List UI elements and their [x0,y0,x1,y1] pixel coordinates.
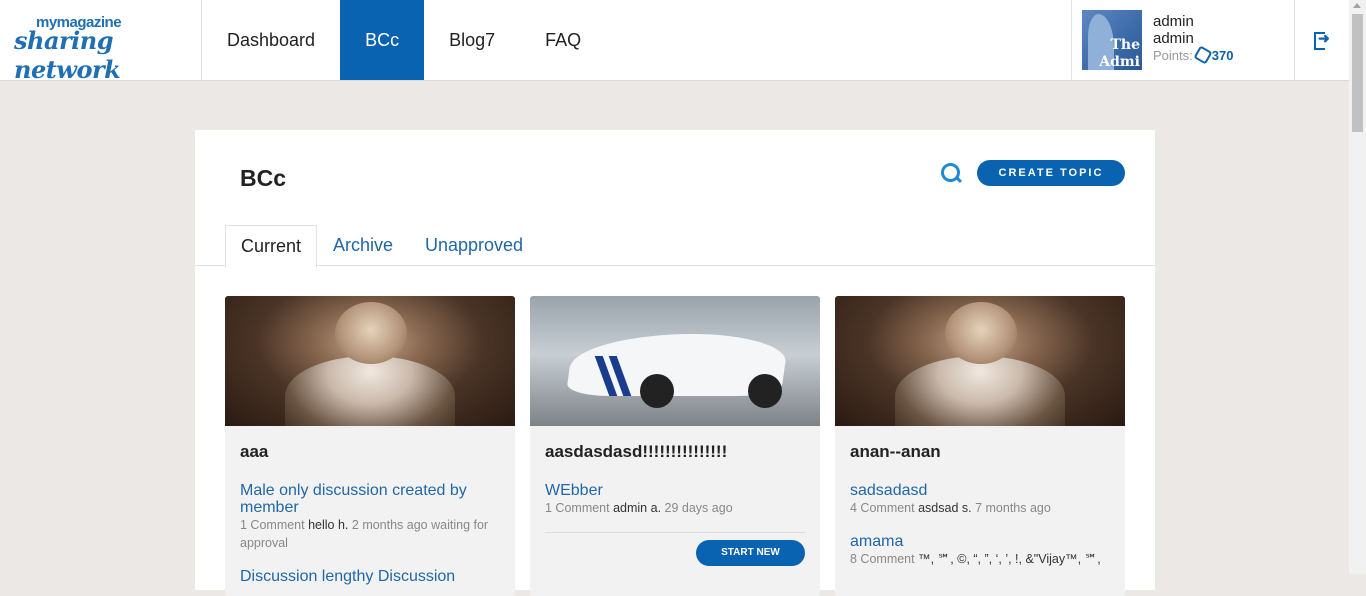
points-value: 370 [1211,48,1234,63]
topic-title[interactable]: aasdasdasd!!!!!!!!!!!!!!! [545,442,727,462]
topic-image-car[interactable] [530,296,820,426]
scroll-up-arrow-icon[interactable] [1353,3,1361,8]
comment-author: ™, ℠, ©, “, ”, ‘, ’, !, &"Vijay™, ℠, [918,552,1101,566]
user-points: Points: 370 [1153,45,1234,65]
discussion-link[interactable]: Discussion lengthy Discussion [240,568,500,585]
comment-count: 1 Comment [240,518,305,532]
page-title: BCc [240,165,287,191]
comment-author: hello h. [308,518,349,532]
tab-unapproved[interactable]: Unapproved [425,225,523,266]
topic-card[interactable]: anan--anan sadsadasd 4 Comment asdsad s.… [835,296,1125,596]
top-bar: mymagazine sharing network Dashboard BCc… [0,0,1349,84]
comment-author: asdsad s. [918,501,972,515]
comment-count: 1 Comment [545,501,610,515]
discussion-meta: 8 Comment ™, ℠, ©, “, ”, ‘, ’, !, &"Vija… [850,550,1115,568]
avatar-text-2: Admi [1099,54,1140,70]
comment-time: 29 days ago [664,501,733,515]
discussion-link[interactable]: amama [850,533,1110,550]
discussion-link[interactable]: sadsadasd [850,482,1110,499]
start-new-button[interactable]: START NEW [696,540,805,566]
tab-current[interactable]: Current [225,225,317,268]
forum-panel: BCc CREATE TOPIC Current Archive Unappro… [195,130,1155,596]
logout-arrow-icon: ➜ [1318,30,1330,46]
user-lastname: admin [1153,30,1194,47]
tab-archive[interactable]: Archive [333,225,393,266]
points-hex-icon [1193,45,1213,65]
comment-time: 7 months ago [975,501,1051,515]
car-wheel [640,374,674,408]
topic-title[interactable]: anan--anan [850,442,941,462]
points-label: Points: [1153,48,1193,63]
avatar-text-1: The [1110,37,1140,53]
topic-card[interactable]: aasdasdasd!!!!!!!!!!!!!!! WEbber 1 Comme… [530,296,820,596]
logo-big-text: sharing network [14,26,121,84]
page-scrollbar[interactable] [1349,0,1366,574]
create-topic-button[interactable]: CREATE TOPIC [977,160,1125,186]
cat-collar [895,356,1065,426]
user-menu[interactable]: The Admi admin admin Points: 370 [1071,0,1295,80]
cat-head [335,302,407,364]
topic-title[interactable]: aaa [240,442,268,462]
cat-collar [285,356,455,426]
comment-count: 4 Comment [850,501,915,515]
card-divider [545,532,805,533]
nav-faq[interactable]: FAQ [520,0,606,80]
nav-blog7[interactable]: Blog7 [424,0,520,80]
scrollbar-thumb[interactable] [1352,14,1363,132]
nav-bcc[interactable]: BCc [340,0,425,80]
discussion-meta: 1 Comment admin a. 29 days ago [545,499,810,517]
user-name: admin [1153,13,1194,30]
discussion-meta: 1 Comment hello h. 2 months ago waiting … [240,516,505,552]
discussion-link[interactable]: WEbber [545,482,805,499]
cat-head [945,302,1017,364]
nav-dashboard[interactable]: Dashboard [202,0,340,80]
search-icon[interactable] [941,163,963,184]
main-nav: Dashboard BCc Blog7 FAQ [202,0,606,80]
discussion-link[interactable]: Male only discussion created by member [240,482,500,516]
site-logo[interactable]: mymagazine sharing network [0,0,202,84]
avatar[interactable]: The Admi [1082,10,1142,70]
discussion-meta: 4 Comment asdsad s. 7 months ago [850,499,1115,517]
car-wheel [748,374,782,408]
comment-count: 8 Comment [850,552,915,566]
topic-image-cat[interactable] [835,296,1125,426]
comment-author: admin a. [613,501,662,515]
topic-image-cat[interactable] [225,296,515,426]
topic-card[interactable]: aaa Male only discussion created by memb… [225,296,515,596]
logout-button[interactable]: ➜ [1294,0,1349,80]
search-handle [954,175,963,184]
